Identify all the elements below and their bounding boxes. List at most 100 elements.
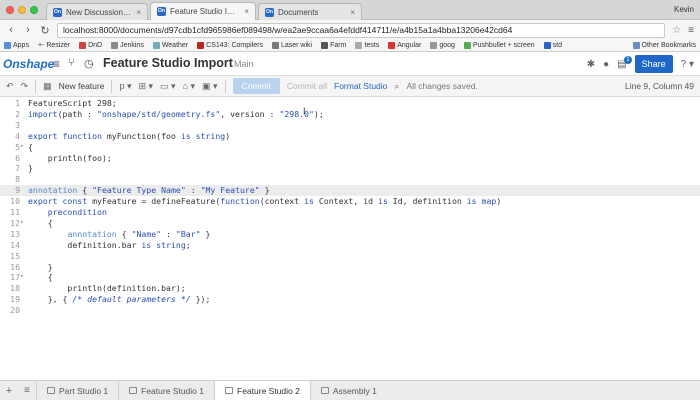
chat-icon[interactable]: ●: [603, 59, 609, 70]
line-number: 15: [10, 250, 20, 261]
bug-icon[interactable]: ✱: [587, 59, 595, 70]
browser-tab-feature-studio[interactable]: On Feature Studio Import | Fea ×: [150, 2, 256, 20]
measure-dropdown-icon[interactable]: ▭ ▾: [160, 81, 176, 92]
sketch-dropdown-icon[interactable]: ⊞ ▾: [138, 81, 153, 92]
bookmark-jenkins[interactable]: Jenkins: [111, 42, 144, 49]
bookmark-pushbullet[interactable]: Pushbullet + screen: [463, 42, 535, 49]
bookmark-laser-wiki[interactable]: Laser wiki: [271, 42, 312, 49]
element-list-icon[interactable]: ≡: [18, 385, 36, 396]
code-line[interactable]: 13 annotation { "Name" : "Bar" }: [0, 229, 700, 240]
bookmark-goog[interactable]: goog: [430, 42, 455, 49]
code-line[interactable]: 16 }: [0, 262, 700, 273]
bookmark-dnd[interactable]: DnD: [79, 42, 102, 49]
fold-arrow-icon[interactable]: ▾: [20, 272, 24, 283]
tab-part-studio-1[interactable]: Part Studio 1: [36, 380, 118, 400]
code-line[interactable]: 19 }, { /* default parameters */ });: [0, 294, 700, 305]
bookmark-std[interactable]: std: [543, 42, 562, 49]
bookmark-label: Pushbullet + screen: [472, 42, 535, 49]
tools-dropdown-icon[interactable]: ▣ ▾: [202, 81, 218, 92]
code-line[interactable]: 20: [0, 305, 700, 316]
notifications-icon[interactable]: ▤ 1: [617, 55, 632, 70]
code-text: {: [28, 217, 53, 228]
undo-icon[interactable]: ↶: [6, 81, 14, 92]
code-line[interactable]: 8: [0, 174, 700, 185]
code-line[interactable]: 5 ▾ {: [0, 142, 700, 153]
line-number: 4: [15, 130, 20, 141]
history-clock-icon[interactable]: ◷: [84, 57, 94, 70]
new-feature-button[interactable]: New feature: [59, 81, 105, 91]
bookmark-label: CS143: Compilers: [206, 42, 263, 49]
code-line[interactable]: 6 println(foo);: [0, 153, 700, 164]
bookmark-weather[interactable]: Weather: [152, 42, 189, 49]
search-icon[interactable]: ⌕: [394, 81, 399, 92]
code-line[interactable]: 11 precondition: [0, 207, 700, 218]
forward-icon[interactable]: ›: [23, 24, 33, 36]
code-line[interactable]: 12 ▾ {: [0, 218, 700, 229]
app-header: Onshape ≡ ⑂ ◷ Feature Studio Import Main…: [0, 52, 700, 76]
browser-user-name[interactable]: Kevin: [674, 5, 694, 14]
close-tab-icon[interactable]: ×: [346, 8, 355, 17]
reload-icon[interactable]: ↻: [40, 24, 50, 37]
url-input[interactable]: localhost:8000/documents/d97cdb1cfd96598…: [57, 22, 666, 38]
maximize-window-button[interactable]: [30, 6, 38, 14]
browser-tab-discussion[interactable]: On New Discussion - Onshape ×: [46, 3, 148, 20]
bookmark-resizer[interactable]: +- Resizer: [38, 42, 70, 49]
document-title[interactable]: Feature Studio Import: [103, 56, 233, 70]
redo-icon[interactable]: ↷: [21, 81, 29, 92]
tab-feature-studio-1[interactable]: Feature Studio 1: [118, 380, 214, 400]
line-number: 11: [10, 207, 20, 217]
bookmark-star-icon[interactable]: ☆: [672, 25, 681, 36]
view-dropdown-icon[interactable]: ⌂ ▾: [183, 81, 195, 92]
help-button[interactable]: ? ▾: [681, 59, 694, 70]
browser-tab-documents[interactable]: On Documents ×: [258, 3, 362, 20]
line-number: 5: [15, 141, 20, 152]
code-line[interactable]: 7}: [0, 163, 700, 174]
onshape-logo[interactable]: Onshape: [3, 57, 54, 71]
fold-arrow-icon[interactable]: ▾: [20, 218, 24, 229]
code-line[interactable]: 15: [0, 251, 700, 262]
format-studio-button[interactable]: Format Studio: [334, 81, 387, 91]
tab-feature-studio-2[interactable]: Feature Studio 2: [214, 380, 310, 400]
tab-label: Feature Studio 2: [237, 385, 300, 396]
back-icon[interactable]: ‹: [6, 24, 16, 36]
bookmark-favicon-icon: [388, 42, 396, 49]
code-line[interactable]: 1 FeatureScript 298;: [0, 98, 700, 109]
close-tab-icon[interactable]: ×: [240, 7, 249, 16]
hamburger-menu-icon[interactable]: ≡: [53, 57, 60, 71]
tab-assembly-1[interactable]: Assembly 1: [309, 380, 387, 400]
bookmark-tests[interactable]: tests: [355, 42, 379, 49]
code-line[interactable]: 4 export function myFunction(foo is strin…: [0, 131, 700, 142]
bookmark-label: Weather: [161, 42, 189, 49]
version-graph-icon[interactable]: ⑂: [68, 57, 75, 69]
share-button[interactable]: Share: [634, 55, 673, 73]
bookmark-apps[interactable]: Apps: [4, 42, 29, 49]
browser-menu-icon[interactable]: ≡: [688, 25, 694, 36]
code-line[interactable]: 3: [0, 120, 700, 131]
bookmark-label: Other Bookmarks: [641, 42, 696, 49]
code-line[interactable]: 10 export const myFeature = defineFeature…: [0, 196, 700, 207]
code-line[interactable]: 18 println(definition.bar);: [0, 283, 700, 294]
bookmark-farm[interactable]: Farm: [321, 42, 346, 49]
workspace-name[interactable]: Main: [234, 59, 254, 69]
close-tab-icon[interactable]: ×: [132, 8, 141, 17]
code-text: println(foo);: [28, 152, 112, 163]
code-text: {: [28, 141, 33, 152]
url-text: localhost:8000/documents/d97cdb1cfd96598…: [63, 25, 513, 35]
code-editor[interactable]: 1 FeatureScript 298; 2 import(path : "onsha…: [0, 97, 700, 380]
code-line[interactable]: 2 import(path : "onshape/std/geometry.fs"…: [0, 109, 700, 120]
commit-all-button[interactable]: Commit all: [287, 81, 327, 91]
fold-arrow-icon[interactable]: ▾: [20, 142, 24, 153]
add-element-icon[interactable]: +: [0, 385, 18, 397]
bookmark-angular[interactable]: Angular: [388, 42, 421, 49]
line-number: 14: [10, 239, 20, 250]
code-line[interactable]: 9 annotation { "Feature Type Name" : "My …: [0, 185, 700, 197]
close-window-button[interactable]: [6, 6, 14, 14]
bookmark-cs143[interactable]: CS143: Compilers: [197, 42, 263, 49]
code-line[interactable]: 17 ▾ {: [0, 272, 700, 283]
parts-dropdown-icon[interactable]: p ▾: [119, 81, 131, 92]
other-bookmarks[interactable]: Other Bookmarks: [632, 42, 696, 49]
commit-button[interactable]: Commit: [232, 78, 280, 94]
minimize-window-button[interactable]: [18, 6, 26, 14]
bookmark-label: +- Resizer: [37, 42, 71, 49]
code-line[interactable]: 14 definition.bar is string;: [0, 240, 700, 251]
